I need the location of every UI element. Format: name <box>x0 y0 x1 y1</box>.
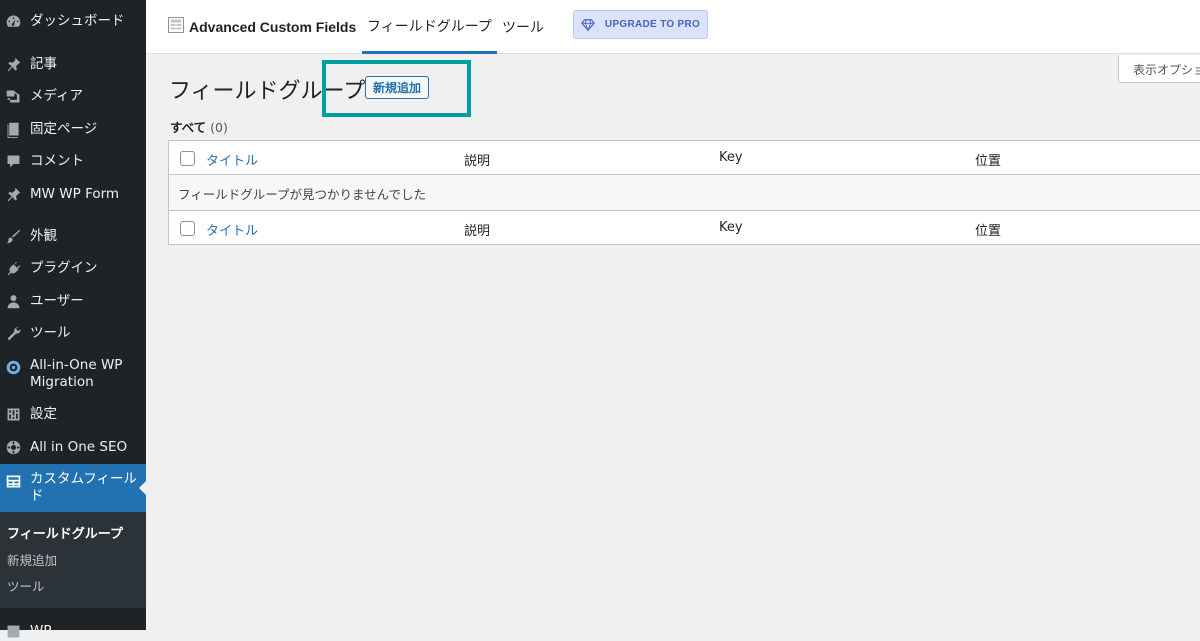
column-header-title[interactable]: タイトル <box>206 150 258 169</box>
sidebar-item-pages[interactable]: 固定ページ <box>0 119 146 139</box>
current-menu-arrow <box>139 480 147 496</box>
acf-brand: Advanced Custom Fields <box>168 17 356 37</box>
tab-label: ツール <box>502 20 544 36</box>
custom-fields-icon <box>3 471 23 491</box>
pin-icon <box>3 184 23 204</box>
filter-count: (0) <box>210 120 228 135</box>
wrench-icon <box>3 323 23 343</box>
sidebar-item-label: ダッシュボード <box>30 12 125 29</box>
acf-table-icon <box>168 17 184 37</box>
sidebar-item-label: WP... <box>30 622 63 639</box>
brush-icon <box>3 226 23 246</box>
sidebar-item-comments[interactable]: コメント <box>0 151 146 171</box>
sidebar-item-plugins[interactable]: プラグイン <box>0 258 146 278</box>
seo-icon <box>3 437 23 457</box>
sidebar-item-label: コメント <box>30 152 84 169</box>
select-all-checkbox-footer[interactable] <box>180 221 195 236</box>
sidebar-item-users[interactable]: ユーザー <box>0 291 146 311</box>
table-empty-row: フィールドグループが見つかりませんでした <box>169 175 1200 210</box>
submenu-item-add-new[interactable]: 新規追加 <box>7 550 57 569</box>
field-groups-table: タイトル 説明 Key 位置 フィールドグループが見つかりませんでした タイトル… <box>168 140 1200 245</box>
highlight-annotation-box <box>322 60 471 117</box>
sidebar-item-label: 設定 <box>30 405 57 422</box>
sidebar-item-label: MW WP Form <box>30 185 120 202</box>
filter-all-link[interactable]: すべて <box>170 120 206 135</box>
sidebar-item-label: 固定ページ <box>30 120 98 137</box>
submenu-item-tools[interactable]: ツール <box>7 576 45 595</box>
dashboard-icon <box>3 11 23 31</box>
sidebar-item-custom-fields[interactable]: カスタムフィールド <box>0 464 147 512</box>
sidebar-item-tools[interactable]: ツール <box>0 323 146 343</box>
sidebar-item-dashboard[interactable]: ダッシュボード <box>0 11 146 31</box>
sidebar-item-label: 外観 <box>30 227 57 244</box>
sidebar-item-media[interactable]: メディア <box>0 86 146 106</box>
upgrade-label: UPGRADE TO PRO <box>604 19 701 30</box>
sidebar-item-label: All in One SEO <box>30 438 128 455</box>
tab-label: フィールドグループ <box>367 18 492 35</box>
sidebar-item-label: カスタムフィールド <box>30 471 137 504</box>
acf-brand-title: Advanced Custom Fields <box>189 19 357 35</box>
table-header-row: タイトル 説明 Key 位置 <box>169 141 1200 175</box>
sidebar-item-seo[interactable]: All in One SEO <box>0 437 146 457</box>
sidebar-item-mw-wp-form[interactable]: MW WP Form <box>0 184 146 204</box>
acf-top-bar: Advanced Custom Fields フィールドグループ ツール UPG… <box>146 0 1200 54</box>
sidebar-item-posts[interactable]: 記事 <box>0 54 146 74</box>
column-header-key: Key <box>719 150 743 165</box>
column-header-description: 説明 <box>464 154 491 169</box>
custom-fields-submenu: フィールドグループ 新規追加 ツール <box>0 512 146 608</box>
column-footer-location: 位置 <box>975 224 1002 239</box>
column-header-location: 位置 <box>975 154 1002 169</box>
sidebar-item-label: 記事 <box>30 55 57 72</box>
tab-tools[interactable]: ツール <box>502 0 544 54</box>
submenu-item-field-groups[interactable]: フィールドグループ <box>7 523 123 542</box>
user-icon <box>3 291 23 311</box>
upgrade-to-pro-button[interactable]: UPGRADE TO PRO <box>573 10 708 39</box>
sidebar-item-appearance[interactable]: 外観 <box>0 226 146 246</box>
sidebar-item-label: メディア <box>30 87 84 104</box>
table-footer-row: タイトル 説明 Key 位置 <box>169 210 1200 244</box>
column-footer-key: Key <box>719 220 743 235</box>
sidebar-item-label: ユーザー <box>30 292 84 309</box>
sidebar-item-label: All-in-One WP Migration <box>30 357 123 390</box>
empty-message: フィールドグループが見つかりませんでした <box>178 187 427 202</box>
tab-field-groups[interactable]: フィールドグループ <box>362 0 497 54</box>
comment-icon <box>3 151 23 171</box>
pin-icon <box>3 54 23 74</box>
sidebar-item-label: ツール <box>30 324 71 341</box>
diamond-icon <box>581 18 605 32</box>
media-icon <box>3 86 23 106</box>
settings-icon <box>3 404 23 424</box>
generic-icon <box>3 621 23 641</box>
plugin-icon <box>3 258 23 278</box>
sidebar-item-label: プラグイン <box>30 259 98 276</box>
screen-options-button[interactable]: 表示オプション <box>1118 55 1200 83</box>
page-icon <box>3 119 23 139</box>
select-all-checkbox[interactable] <box>180 151 195 166</box>
column-footer-title[interactable]: タイトル <box>206 220 258 239</box>
column-footer-description: 説明 <box>464 224 491 239</box>
status-filter: すべて (0) <box>170 117 228 136</box>
sidebar-item-settings[interactable]: 設定 <box>0 404 146 424</box>
migration-icon <box>3 357 23 377</box>
admin-sidebar: ダッシュボード 記事 メディア 固定ページ コメント MW WP Form 外観… <box>0 0 147 639</box>
sidebar-item-migration[interactable]: All-in-One WP Migration <box>0 357 146 391</box>
sidebar-item-cut-off[interactable]: WP... <box>0 621 146 641</box>
